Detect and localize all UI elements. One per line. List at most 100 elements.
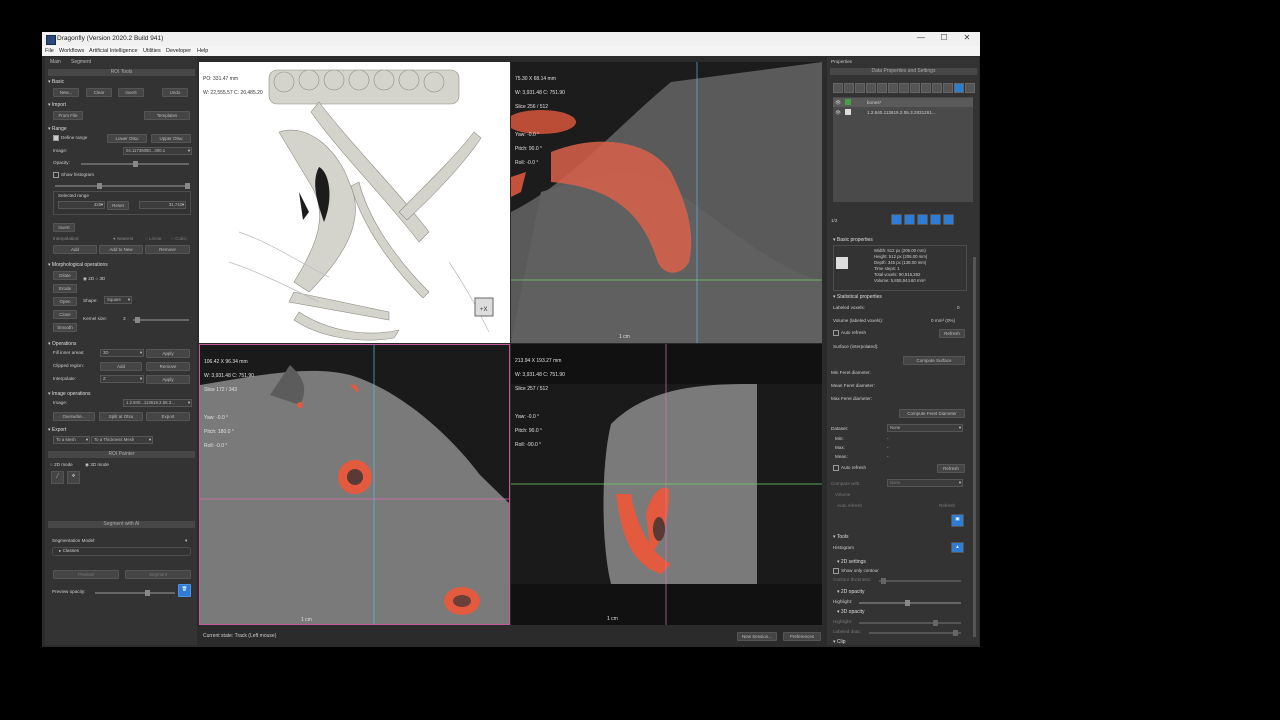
erode-button[interactable]: Erode <box>53 284 77 293</box>
compare-select[interactable]: None <box>887 479 963 487</box>
visibility-eye-icon[interactable]: 👁 <box>835 110 841 116</box>
view-3d[interactable]: +X PO: 331.47 mm W: 22,555.57 C: 20,485.… <box>199 62 510 343</box>
range-invert-button[interactable]: Invert <box>53 223 75 232</box>
preview-opacity-slider[interactable] <box>95 590 175 596</box>
smooth-button[interactable]: Smooth <box>53 323 77 332</box>
maximize-button[interactable]: ☐ <box>935 33 953 42</box>
brush-tool-icon[interactable]: ╱ <box>51 471 64 484</box>
tab-main[interactable]: Main <box>50 59 61 65</box>
view-bottom-left[interactable]: 106.42 X 96.34 mm W: 3,931.48 C: 751.90 … <box>199 344 510 625</box>
clipped-add-button[interactable]: Add <box>100 362 142 371</box>
section-statistical[interactable]: Statistical properties <box>833 294 978 300</box>
imgops-image-select[interactable]: 1.2.840...113619.2.55.3... <box>123 399 192 407</box>
section-basic[interactable]: Basic <box>48 79 193 85</box>
sphere-icon[interactable] <box>921 83 931 93</box>
range-image-select[interactable]: 04.11736050...300.1 <box>123 147 192 155</box>
range-remove-button[interactable]: Remove <box>145 245 190 254</box>
range-reset-button[interactable]: Reset <box>107 201 129 210</box>
auto-refresh-checkbox[interactable]: Auto refresh <box>833 330 866 336</box>
cursor-tool-icon[interactable]: ✥ <box>67 471 80 484</box>
interpolate-select[interactable]: Z <box>100 375 144 383</box>
copy-icon[interactable] <box>904 214 915 225</box>
roi-painter-header[interactable]: ROI Painter <box>48 451 195 458</box>
new-button[interactable]: New... <box>53 88 79 97</box>
section-morphological[interactable]: Morphological operations <box>48 262 193 268</box>
view-top-right[interactable]: 75.30 X 68.14 mm W: 3,931.48 C: 751.90 S… <box>511 62 822 343</box>
fill-inner-select[interactable]: 3D <box>100 349 144 357</box>
undo-button[interactable]: Undo <box>162 88 188 97</box>
nearest-radio[interactable]: ● Nearest <box>113 236 133 241</box>
mesh-icon[interactable] <box>877 83 887 93</box>
import-icon[interactable] <box>930 214 941 225</box>
open-button[interactable]: Open <box>53 297 77 306</box>
show-contour-checkbox[interactable]: Show only contour <box>833 568 879 574</box>
layers-icon[interactable] <box>855 83 865 93</box>
grid-icon[interactable] <box>833 83 843 93</box>
gear-icon[interactable] <box>910 83 920 93</box>
range-min-input[interactable]: 428 <box>58 201 105 209</box>
filter-icon[interactable] <box>954 83 964 93</box>
clipped-remove-button[interactable]: Remove <box>146 362 190 371</box>
interp-apply-button[interactable]: Apply <box>146 375 190 384</box>
clear-button[interactable]: Clear <box>86 88 112 97</box>
range-max-input[interactable]: 31,742 <box>139 201 186 209</box>
overwrite-button[interactable]: Overwrite... <box>53 412 95 421</box>
menu-developer[interactable]: Developer <box>166 48 191 54</box>
from-file-button[interactable]: From File <box>53 111 83 120</box>
templates-button[interactable]: Templates <box>144 111 190 120</box>
close-button[interactable]: ✕ <box>958 33 976 42</box>
box-icon[interactable] <box>899 83 909 93</box>
brush-icon[interactable] <box>844 83 854 93</box>
cube-icon[interactable] <box>866 83 876 93</box>
show-histogram-checkbox[interactable]: Show histogram <box>53 172 94 178</box>
menu-help[interactable]: Help <box>197 48 208 54</box>
dataset-select[interactable]: None <box>887 424 963 432</box>
export-icon[interactable] <box>917 214 928 225</box>
trash-icon[interactable] <box>943 214 954 225</box>
section-2d-opacity[interactable]: 2D opacity <box>837 589 982 595</box>
labeled-data-slider[interactable] <box>869 630 961 636</box>
to-thickness-mesh-button[interactable]: To a Thickness Mesh <box>91 436 153 444</box>
refresh-button[interactable]: Refresh <box>939 329 965 338</box>
range-add-button[interactable]: Add <box>53 245 97 254</box>
shape-select[interactable]: Square <box>104 296 132 304</box>
slash-icon[interactable] <box>932 83 942 93</box>
preferences-button[interactable]: Preferences <box>783 632 821 641</box>
section-operations[interactable]: Operations <box>48 341 193 347</box>
section-export[interactable]: Export <box>48 427 193 433</box>
section-2d-settings[interactable]: 2D settings <box>837 559 982 565</box>
highlight-3d-slider[interactable] <box>859 620 961 626</box>
section-basic-properties[interactable]: Basic properties <box>833 237 978 243</box>
section-clip[interactable]: Clip <box>833 639 978 645</box>
split-otsu-button[interactable]: Split at Otsu <box>99 412 143 421</box>
range-slider[interactable] <box>55 183 190 189</box>
menu-ai[interactable]: Artificial Intelligence <box>89 48 138 54</box>
delete-icon[interactable]: 🗑 <box>178 584 191 597</box>
upper-otsu-button[interactable]: Upper Otsu <box>151 134 191 143</box>
fill-apply-button[interactable]: Apply <box>146 349 190 358</box>
highlight-slider[interactable] <box>859 600 961 606</box>
kernel-slider[interactable] <box>133 317 189 323</box>
section-tools[interactable]: Tools <box>833 534 978 540</box>
properties-scrollbar[interactable] <box>973 257 976 637</box>
compute-feret-button[interactable]: Compute Feret Diameter <box>899 409 965 418</box>
new-session-button[interactable]: New Session... <box>737 632 777 641</box>
cubic-radio[interactable]: ○ Cubic <box>171 236 187 241</box>
section-range[interactable]: Range <box>48 126 193 132</box>
to-mesh-button[interactable]: To a Mesh <box>53 436 90 444</box>
dataset-auto-refresh-checkbox[interactable]: Auto refresh <box>833 465 866 471</box>
compute-surface-button[interactable]: Compute Surface <box>903 356 965 365</box>
preview-button[interactable]: Preview <box>53 570 119 579</box>
list-item[interactable]: 👁 bones* <box>833 98 973 107</box>
section-3d-opacity[interactable]: 3D opacity <box>837 609 982 615</box>
add-to-new-button[interactable]: Add to New <box>99 245 143 254</box>
view-bottom-right[interactable]: 213.94 X 193.27 mm W: 3,931.48 C: 751.90… <box>511 344 822 625</box>
contour-thickness-slider[interactable] <box>879 578 961 584</box>
eye-icon[interactable] <box>965 83 975 93</box>
section-import[interactable]: Import <box>48 102 193 108</box>
minimize-button[interactable]: — <box>912 33 930 42</box>
segment-button[interactable]: Segment <box>125 570 191 579</box>
list-item[interactable]: 👁 1.2.840.113619.2.55.3.2831261... <box>833 108 973 117</box>
tab-segment[interactable]: Segment <box>71 59 91 65</box>
opacity-slider[interactable] <box>81 161 189 167</box>
